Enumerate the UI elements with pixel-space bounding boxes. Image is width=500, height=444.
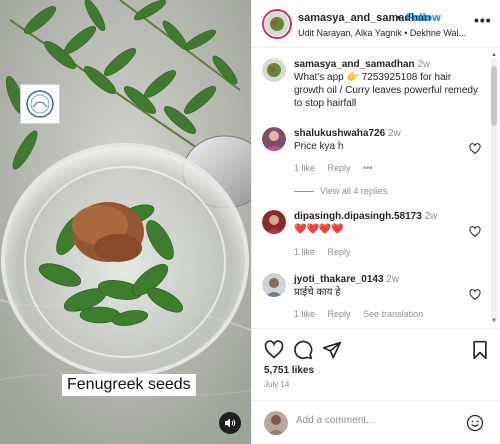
comment-username[interactable]: jyoti_thakare_0143 — [294, 274, 384, 285]
comment-username[interactable]: dipasingh.dipasingh.58173 — [294, 211, 422, 222]
view-replies-line — [294, 191, 314, 193]
comment-text: प्राईचे काय हे — [294, 287, 341, 298]
caption-time[interactable]: 2w — [417, 59, 430, 70]
author-avatar-image — [262, 58, 286, 82]
comment-text: Price kya h — [294, 141, 344, 152]
comment-reply-button[interactable]: Reply — [328, 163, 351, 173]
commenter-avatar[interactable] — [262, 210, 286, 234]
post-header: samasya_and_samadhan • Follow Udit Naray… — [252, 0, 500, 48]
like-comment-heart-icon[interactable] — [469, 226, 481, 238]
post-media[interactable]: Fenugreek seeds — [0, 0, 251, 444]
comment-likes[interactable]: 1 like — [294, 247, 315, 257]
view-replies-button[interactable]: View all 4 replies — [294, 186, 387, 196]
commenter-avatar-image — [262, 210, 286, 234]
comment-likes[interactable]: 1 like — [294, 309, 315, 319]
post-viewer: Fenugreek seeds samasya_and_samadhan • F… — [0, 0, 500, 444]
author-avatar[interactable] — [262, 58, 286, 82]
add-comment-bar — [252, 400, 500, 444]
caption-username[interactable]: samasya_and_samadhan — [294, 59, 415, 70]
comment-more-button[interactable]: ••• — [363, 163, 372, 173]
see-translation-button[interactable]: See translation — [363, 309, 423, 319]
current-user-avatar-image — [264, 411, 288, 435]
caption-body: samasya_and_samadhan 2w What's app 👉 725… — [294, 58, 479, 110]
more-options-button[interactable]: ••• — [474, 12, 492, 28]
add-comment-input[interactable] — [296, 415, 456, 426]
commenter-avatar[interactable] — [262, 273, 286, 297]
commenter-avatar[interactable] — [262, 127, 286, 151]
comments-scroll-thumb[interactable] — [491, 66, 497, 126]
comment-time[interactable]: 2w — [425, 211, 438, 222]
scroll-up-arrow-icon[interactable]: ▲ — [491, 52, 497, 58]
speaker-icon — [225, 418, 236, 428]
commenter-avatar-image — [262, 127, 286, 151]
comment-item: dipasingh.dipasingh.58173 2w ❤️❤️❤️❤️ 1 … — [262, 210, 487, 265]
overlay-caption: Fenugreek seeds — [62, 374, 196, 396]
post-caption: samasya_and_samadhan 2w What's app 👉 725… — [262, 58, 487, 110]
emoji-icon[interactable] — [466, 414, 484, 432]
post-date[interactable]: July 14 — [264, 380, 289, 389]
comment-time[interactable]: 2w — [386, 274, 399, 285]
view-replies-label: View all 4 replies — [320, 186, 388, 196]
comment-text: ❤️❤️❤️❤️ — [294, 224, 344, 235]
comment-username[interactable]: shalukushwaha726 — [294, 128, 385, 139]
comment-bubble-icon[interactable] — [293, 340, 313, 360]
comment-reply-button[interactable]: Reply — [328, 309, 351, 319]
like-comment-heart-icon[interactable] — [469, 143, 481, 155]
comment-meta: 1 like Reply — [294, 247, 361, 257]
audio-track-link[interactable]: Udit Narayan, Alka Yagnik • Dekhne Wal..… — [298, 28, 468, 38]
comment-body: jyoti_thakare_0143 2w प्राईचे काय हे — [294, 273, 479, 299]
comment-item: jyoti_thakare_0143 2w प्राईचे काय हे 1 l… — [262, 273, 487, 327]
likes-count[interactable]: 5,751 likes — [264, 365, 314, 376]
author-avatar[interactable] — [262, 9, 292, 39]
save-bookmark-icon[interactable] — [470, 340, 490, 360]
post-actions: 5,751 likes July 14 — [252, 328, 500, 400]
comment-likes[interactable]: 1 like — [294, 163, 315, 173]
mute-toggle-button[interactable] — [219, 412, 241, 434]
comment-time[interactable]: 2w — [388, 128, 401, 139]
like-comment-heart-icon[interactable] — [469, 289, 481, 301]
current-user-avatar — [264, 411, 288, 435]
author-avatar-image — [265, 12, 289, 36]
share-send-icon[interactable] — [322, 340, 342, 360]
comment-meta: 1 like Reply See translation — [294, 309, 433, 319]
comment-body: shalukushwaha726 2w Price kya h — [294, 127, 479, 153]
comment-body: dipasingh.dipasingh.58173 2w ❤️❤️❤️❤️ — [294, 210, 479, 236]
brand-logo-mark — [26, 90, 54, 118]
scroll-down-arrow-icon[interactable]: ▼ — [491, 318, 497, 324]
brand-logo — [20, 84, 60, 124]
comment-meta: 1 like Reply ••• — [294, 163, 383, 173]
caption-text: What's app 👉 7253925108 for hair growth … — [294, 72, 478, 109]
comments-list: samasya_and_samadhan 2w What's app 👉 725… — [252, 49, 500, 327]
like-heart-icon[interactable] — [264, 340, 284, 360]
commenter-avatar-image — [262, 273, 286, 297]
post-side-panel: samasya_and_samadhan • Follow Udit Naray… — [251, 0, 500, 444]
follow-button[interactable]: Follow — [406, 12, 441, 24]
comment-item: shalukushwaha726 2w Price kya h 1 like R… — [262, 127, 487, 197]
comment-reply-button[interactable]: Reply — [328, 247, 351, 257]
header-separator: • — [397, 12, 401, 24]
